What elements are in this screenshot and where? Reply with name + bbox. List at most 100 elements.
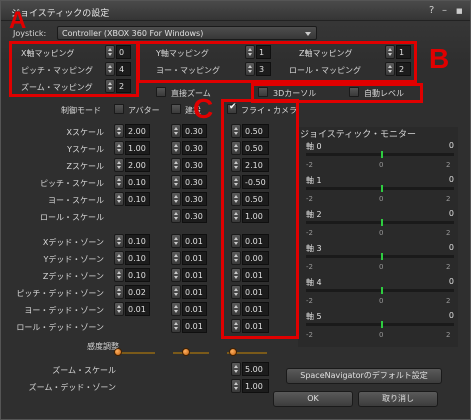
axis-0-tick-min: -2 bbox=[306, 161, 313, 169]
cancel-button[interactable]: 取り消し bbox=[358, 391, 438, 407]
axis-1-row: 軸 1 0 -2 0 2 bbox=[298, 175, 458, 205]
build-feather-track bbox=[173, 352, 209, 354]
pitch-deadzone-label: ピッチ・デッド・ゾーン bbox=[16, 289, 104, 298]
build-z-deadzone-spinner[interactable]: 0.01 bbox=[171, 268, 207, 282]
avatar-pitch-deadzone-spinner[interactable]: 0.02 bbox=[114, 285, 150, 299]
avatar-z-deadzone-spinner[interactable]: 0.10 bbox=[114, 268, 150, 282]
zoom-scale-label: ズーム・スケール bbox=[52, 366, 116, 375]
axis-1-tick-mid: 0 bbox=[379, 195, 384, 203]
avatar-pitch-scale-spinner[interactable]: 0.10 bbox=[114, 175, 150, 189]
z-scale-label: Zスケール bbox=[66, 162, 104, 171]
direct-zoom-checkbox[interactable] bbox=[156, 87, 166, 97]
build-mode-checkbox[interactable] bbox=[171, 104, 181, 114]
axis-0-value: 0 bbox=[448, 141, 454, 150]
build-roll-deadzone-spinner[interactable]: 0.01 bbox=[171, 319, 207, 333]
build-yaw-deadzone-spinner[interactable]: 0.01 bbox=[171, 302, 207, 316]
annotation-box-c bbox=[221, 99, 299, 339]
title-bar[interactable]: ジョイスティックの設定 ? – ■ bbox=[1, 1, 470, 21]
monitor-title: ジョイスティック・モニター bbox=[300, 130, 417, 140]
avatar-y-scale-spinner[interactable]: 1.00 bbox=[114, 141, 150, 155]
axis-4-value: 0 bbox=[448, 277, 454, 286]
build-pitch-deadzone-spinner[interactable]: 0.01 bbox=[171, 285, 207, 299]
axis-2-tick-max: 2 bbox=[446, 229, 451, 237]
close-icon[interactable]: ■ bbox=[456, 7, 463, 15]
axis-1-bar bbox=[306, 185, 454, 192]
axis-1-tick-min: -2 bbox=[306, 195, 313, 203]
avatar-feather-track bbox=[117, 352, 155, 354]
y-scale-label: Yスケール bbox=[67, 145, 104, 154]
axis-3-value: 0 bbox=[448, 243, 454, 252]
axis-5-bar bbox=[306, 321, 454, 328]
axis-5-tick-min: -2 bbox=[306, 331, 313, 339]
minimize-icon[interactable]: – bbox=[442, 5, 447, 16]
zoom-deadzone-label: ズーム・デッド・ゾーン bbox=[28, 383, 116, 392]
axis-3-label: 軸 3 bbox=[306, 244, 322, 253]
axis-5-value: 0 bbox=[448, 311, 454, 320]
axis-0-marker bbox=[381, 151, 383, 158]
axis-2-row: 軸 2 0 -2 0 2 bbox=[298, 209, 458, 239]
axis-3-tick-max: 2 bbox=[446, 263, 451, 271]
ok-button[interactable]: OK bbox=[273, 391, 353, 407]
joystick-dropdown[interactable]: Controller (XBOX 360 For Windows) bbox=[57, 26, 317, 40]
axis-0-bar bbox=[306, 151, 454, 158]
yaw-deadzone-label: ヨー・デッド・ゾーン bbox=[24, 306, 104, 315]
axis-5-row: 軸 5 0 -2 0 2 bbox=[298, 311, 458, 341]
axis-2-tick-mid: 0 bbox=[379, 229, 384, 237]
joystick-monitor: ジョイスティック・モニター 軸 0 0 -2 0 2 軸 1 0 -2 0 2 … bbox=[298, 127, 458, 347]
x-deadzone-label: Xデッド・ゾーン bbox=[42, 238, 104, 247]
axis-2-bar bbox=[306, 219, 454, 226]
axis-1-tick-max: 2 bbox=[446, 195, 451, 203]
axis-4-tick-min: -2 bbox=[306, 297, 313, 305]
axis-5-marker bbox=[381, 321, 383, 328]
joystick-selected: Controller (XBOX 360 For Windows) bbox=[62, 29, 204, 38]
avatar-y-deadzone-spinner[interactable]: 0.10 bbox=[114, 251, 150, 265]
axis-0-tick-max: 2 bbox=[446, 161, 451, 169]
chevron-down-icon bbox=[305, 32, 311, 36]
control-mode-label: 制御モード bbox=[61, 106, 101, 115]
build-feather-slider[interactable] bbox=[182, 348, 190, 356]
axis-5-label: 軸 5 bbox=[306, 312, 322, 321]
avatar-feather-slider[interactable] bbox=[114, 348, 122, 356]
build-yaw-scale-spinner[interactable]: 0.30 bbox=[171, 192, 207, 206]
build-pitch-scale-spinner[interactable]: 0.30 bbox=[171, 175, 207, 189]
axis-0-label: 軸 0 bbox=[306, 142, 322, 151]
axis-0-tick-mid: 0 bbox=[379, 161, 384, 169]
build-roll-scale-spinner[interactable]: 0.30 bbox=[171, 209, 207, 223]
zoom-scale-spinner[interactable]: 5.00 bbox=[231, 362, 269, 376]
flycam-feather-slider[interactable] bbox=[229, 348, 237, 356]
avatar-x-deadzone-spinner[interactable]: 0.10 bbox=[114, 234, 150, 248]
help-icon[interactable]: ? bbox=[429, 5, 434, 16]
annotation-box-a bbox=[9, 41, 139, 97]
roll-scale-label: ロール・スケール bbox=[40, 213, 104, 222]
build-x-deadzone-spinner[interactable]: 0.01 bbox=[171, 234, 207, 248]
avatar-x-scale-spinner[interactable]: 2.00 bbox=[114, 124, 150, 138]
axis-1-marker bbox=[381, 185, 383, 192]
axis-3-row: 軸 3 0 -2 0 2 bbox=[298, 243, 458, 273]
axis-2-tick-min: -2 bbox=[306, 229, 313, 237]
spacenavigator-default-button[interactable]: SpaceNavigatorのデフォルト設定 bbox=[286, 368, 442, 384]
build-y-scale-spinner[interactable]: 0.30 bbox=[171, 141, 207, 155]
axis-4-row: 軸 4 0 -2 0 2 bbox=[298, 277, 458, 307]
axis-2-label: 軸 2 bbox=[306, 210, 322, 219]
axis-4-label: 軸 4 bbox=[306, 278, 322, 287]
axis-3-tick-min: -2 bbox=[306, 263, 313, 271]
axis-2-marker bbox=[381, 219, 383, 226]
joystick-settings-window: ジョイスティックの設定 ? – ■ Joystick: Controller (… bbox=[0, 0, 471, 420]
zoom-deadzone-spinner[interactable]: 1.00 bbox=[231, 379, 269, 393]
avatar-yaw-scale-spinner[interactable]: 0.10 bbox=[114, 192, 150, 206]
axis-5-tick-mid: 0 bbox=[379, 331, 384, 339]
axis-5-tick-max: 2 bbox=[446, 331, 451, 339]
axis-4-tick-max: 2 bbox=[446, 297, 451, 305]
axis-4-tick-mid: 0 bbox=[379, 297, 384, 305]
avatar-yaw-deadzone-spinner[interactable]: 0.01 bbox=[114, 302, 150, 316]
build-z-scale-spinner[interactable]: 0.30 bbox=[171, 158, 207, 172]
build-y-deadzone-spinner[interactable]: 0.01 bbox=[171, 251, 207, 265]
y-deadzone-label: Yデッド・ゾーン bbox=[43, 255, 105, 264]
avatar-z-scale-spinner[interactable]: 2.00 bbox=[114, 158, 150, 172]
axis-4-bar bbox=[306, 287, 454, 294]
axis-3-marker bbox=[381, 253, 383, 260]
avatar-mode-checkbox[interactable] bbox=[114, 104, 124, 114]
axis-3-bar bbox=[306, 253, 454, 260]
avatar-mode-label: アバター bbox=[128, 106, 160, 115]
build-x-scale-spinner[interactable]: 0.30 bbox=[171, 124, 207, 138]
